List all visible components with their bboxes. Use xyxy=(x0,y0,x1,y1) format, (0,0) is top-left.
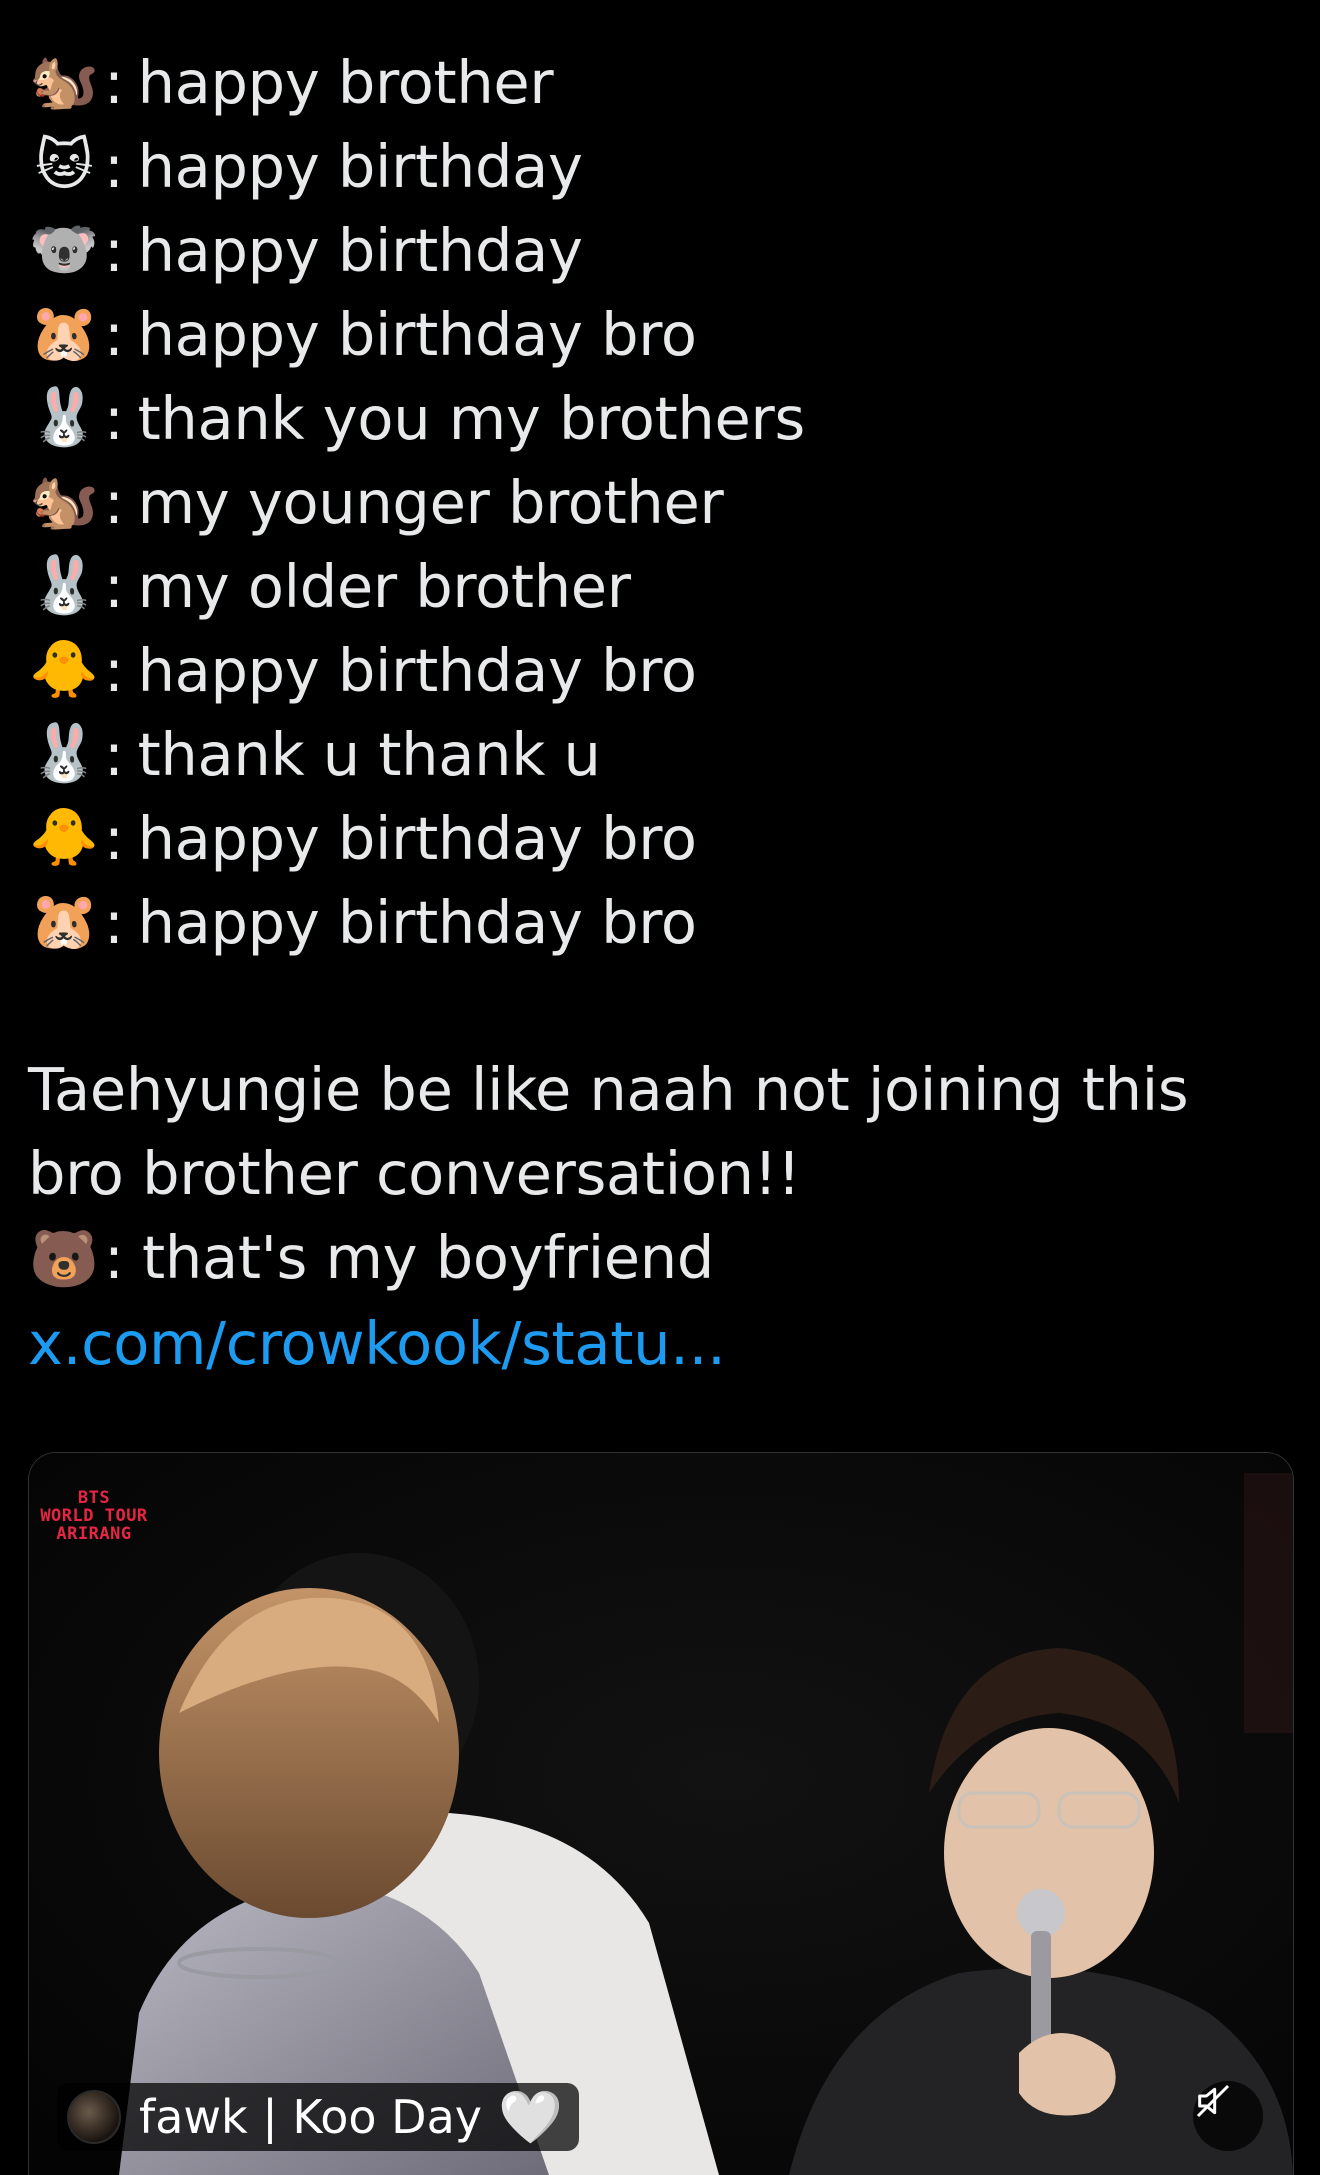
speaker-muted-icon[interactable] xyxy=(1193,2081,1263,2151)
chat-line: 🐿️: happy brother xyxy=(28,40,1298,124)
colon: : xyxy=(104,215,124,285)
chat-line: 🐥: happy birthday bro xyxy=(28,796,1298,880)
colon: : xyxy=(104,383,124,453)
last-line-text: that's my boyfriend xyxy=(142,1223,715,1292)
colon: : xyxy=(104,719,124,789)
attribution-text: fawk | Koo Day xyxy=(139,2090,483,2144)
chat-line: 🐰: thank you my brothers xyxy=(28,376,1298,460)
chat-line-text: thank you my brothers xyxy=(137,383,806,453)
chat-line-text: thank u thank u xyxy=(137,719,601,789)
chat-line-text: happy birthday xyxy=(137,131,583,201)
video-attribution[interactable]: fawk | Koo Day 🤍 xyxy=(57,2083,579,2151)
bear-emoji: 🐻 xyxy=(29,1227,99,1292)
chat-line: 🐹: happy birthday bro xyxy=(28,880,1298,964)
status-link[interactable]: x.com/crowkook/statu... xyxy=(28,1309,726,1378)
post-text: 🐿️: happy brother 🐱: happy birthday 🐨: happy … xyxy=(28,40,1298,1386)
colon: : xyxy=(104,299,124,369)
paragraph-text: Taehyungie be like naah not joining this… xyxy=(28,1055,1189,1208)
hamster-emoji: 🐹 xyxy=(29,889,99,954)
chick-emoji: 🐥 xyxy=(29,805,99,870)
chat-line: 🐨: happy birthday xyxy=(28,208,1298,292)
colon: : xyxy=(104,887,124,957)
colon: : xyxy=(104,635,124,705)
colon: : xyxy=(104,803,124,873)
rabbit-emoji: 🐰 xyxy=(29,721,99,786)
video-frame xyxy=(29,1453,1293,2175)
chat-line: 🐥: happy birthday bro xyxy=(28,628,1298,712)
chipmunk-emoji: 🐿️ xyxy=(29,49,99,114)
koala-emoji: 🐨 xyxy=(29,217,99,282)
chat-line-text: happy brother xyxy=(137,47,554,117)
mute-glyph xyxy=(1196,2084,1230,2118)
chat-line-text: happy birthday xyxy=(137,215,583,285)
chick-emoji: 🐥 xyxy=(29,637,99,702)
post-paragraph: Taehyungie be like naah not joining this… xyxy=(28,1048,1298,1386)
chat-line: 🐰: thank u thank u xyxy=(28,712,1298,796)
chat-line: 🐿️: my younger brother xyxy=(28,460,1298,544)
chat-line: 🐱: happy birthday xyxy=(28,124,1298,208)
chat-line-text: my older brother xyxy=(137,551,631,621)
colon: : xyxy=(104,467,124,537)
colon: : xyxy=(104,131,124,201)
hamster-emoji: 🐹 xyxy=(29,301,99,366)
heart-icon: 🤍 xyxy=(498,2087,563,2148)
rabbit-emoji: 🐰 xyxy=(29,385,99,450)
avatar xyxy=(67,2090,121,2144)
chipmunk-emoji: 🐿️ xyxy=(29,469,99,534)
video-watermark: BTS WORLD TOUR ARIRANG xyxy=(40,1488,148,1544)
chat-line: 🐹: happy birthday bro xyxy=(28,292,1298,376)
colon: : xyxy=(104,1223,143,1292)
chat-lines: 🐿️: happy brother 🐱: happy birthday 🐨: happy … xyxy=(28,40,1298,964)
colon: : xyxy=(104,551,124,621)
chat-line: 🐰: my older brother xyxy=(28,544,1298,628)
chat-line-text: happy birthday bro xyxy=(137,299,697,369)
chat-line-text: my younger brother xyxy=(137,467,724,537)
colon: : xyxy=(104,47,124,117)
chat-line-text: happy birthday bro xyxy=(137,803,697,873)
video-media[interactable]: BTS WORLD TOUR ARIRANG fawk | Koo Day 🤍 xyxy=(28,1452,1294,2175)
cat-emoji: 🐱 xyxy=(34,133,94,198)
chat-line-text: happy birthday bro xyxy=(137,887,697,957)
rabbit-emoji: 🐰 xyxy=(29,553,99,618)
chat-line-text: happy birthday bro xyxy=(137,635,697,705)
